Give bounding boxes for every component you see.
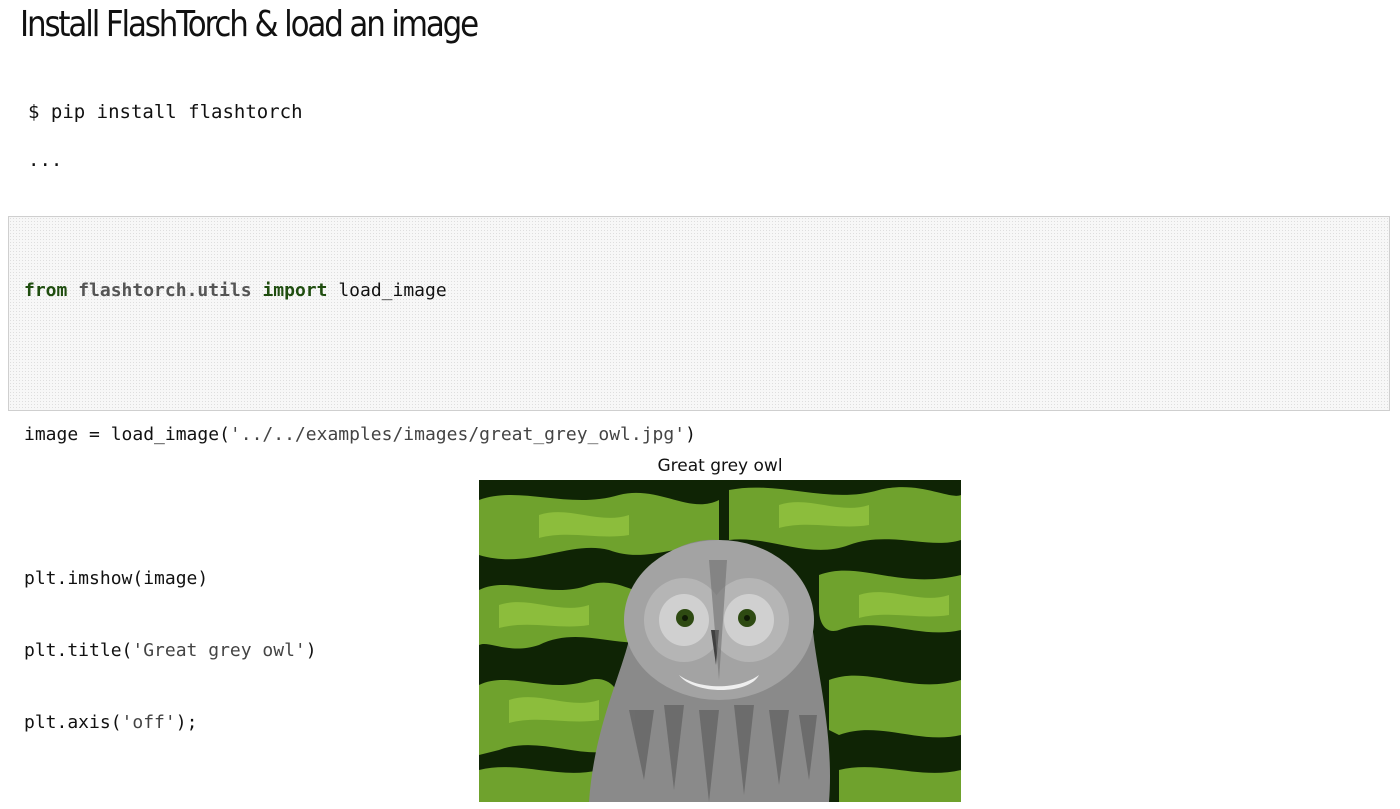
owl-image xyxy=(479,480,961,802)
code-text: image = load_image( xyxy=(24,424,230,445)
markdown-cell[interactable]: $ pip install flashtorch ... xyxy=(28,100,303,172)
ellipsis-text: ... xyxy=(28,149,63,171)
keyword-from: from xyxy=(24,280,68,301)
output-figure: Great grey owl xyxy=(479,452,961,802)
keyword-import: import xyxy=(262,280,328,301)
code-text: plt.imshow(image) xyxy=(24,568,209,589)
code-text: plt.title( xyxy=(24,640,133,661)
code-text: ) xyxy=(685,424,696,445)
code-text: ) xyxy=(305,640,317,661)
string-literal: '../../examples/images/great_grey_owl.jp… xyxy=(229,424,686,445)
string-literal: 'Great grey owl' xyxy=(132,640,306,661)
figure-title: Great grey owl xyxy=(657,456,783,476)
code-text: plt.axis( xyxy=(24,712,122,733)
string-literal: 'off' xyxy=(121,712,176,733)
code-line-import: from flashtorch.utils import load_image xyxy=(24,279,696,303)
section-heading: Install FlashTorch & load an image xyxy=(20,4,479,45)
imported-name: load_image xyxy=(338,280,447,301)
code-cell[interactable]: from flashtorch.utils import load_image … xyxy=(8,216,1390,733)
module-name: flashtorch.utils xyxy=(78,280,252,301)
code-line-load-image: image = load_image('../../examples/image… xyxy=(24,423,696,447)
pip-install-command: $ pip install flashtorch xyxy=(28,101,303,123)
code-text: ); xyxy=(175,712,198,733)
